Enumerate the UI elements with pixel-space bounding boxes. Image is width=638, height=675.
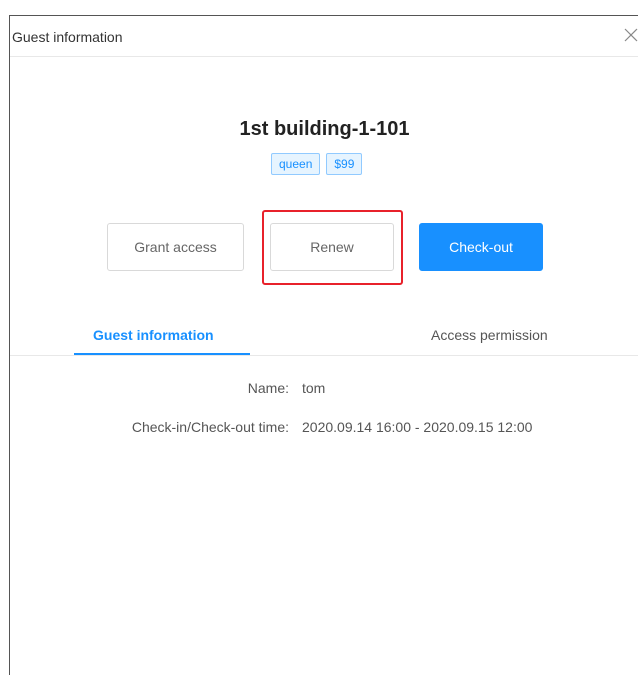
guest-name-row: Name: tom [10, 379, 638, 397]
close-icon [624, 28, 638, 42]
renew-button[interactable]: Renew [270, 223, 394, 271]
guest-information-dialog: Guest information 1st building-1-101 que… [9, 15, 638, 675]
dialog-header: Guest information [10, 16, 638, 57]
room-price-tag: $99 [326, 153, 363, 175]
room-name: 1st building-1-101 [239, 118, 410, 140]
name-label: Name: [247, 380, 289, 396]
dialog-title: Guest information [12, 29, 123, 45]
tab-access-permission[interactable]: Access permission [431, 326, 548, 344]
grant-access-button[interactable]: Grant access [107, 223, 244, 271]
check-in-out-value: 2020.09.14 16:00 - 2020.09.15 12:00 [302, 419, 533, 435]
check-out-button[interactable]: Check-out [419, 223, 543, 271]
check-in-out-row: Check-in/Check-out time: 2020.09.14 16:0… [10, 418, 638, 436]
close-button[interactable] [622, 24, 638, 46]
active-tab-indicator [74, 353, 250, 355]
tab-guest-information[interactable]: Guest information [93, 326, 214, 344]
room-type-tag: queen [271, 153, 321, 175]
tab-bar: Guest information Access permission [10, 318, 638, 356]
room-tags: queen $99 [271, 153, 363, 175]
check-in-out-label: Check-in/Check-out time: [131, 419, 289, 435]
name-value: tom [302, 380, 326, 396]
